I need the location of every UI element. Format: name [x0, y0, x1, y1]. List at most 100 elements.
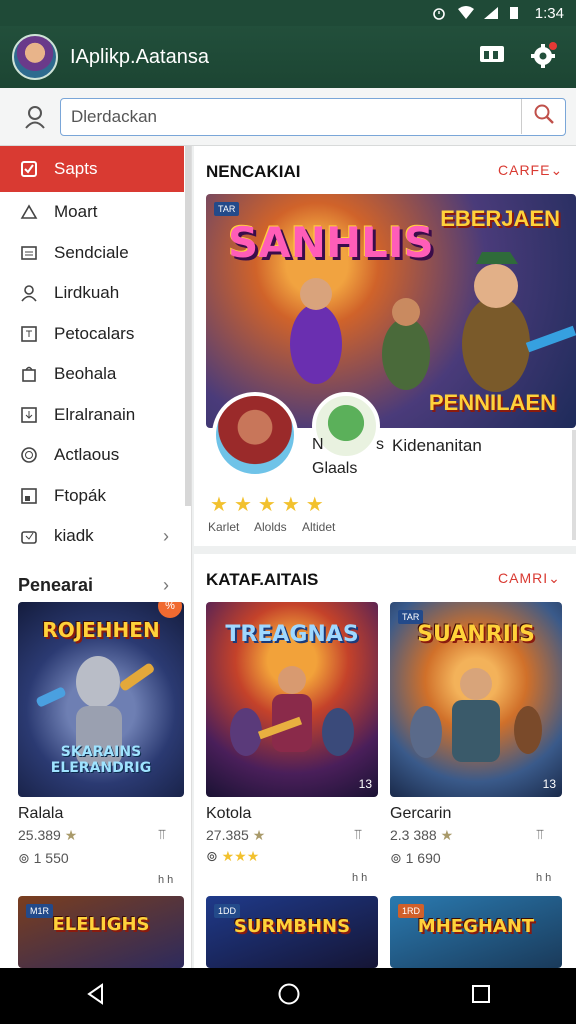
star-icon: ★: [440, 827, 454, 843]
filter-icon[interactable]: ⫪: [536, 826, 544, 843]
rating-label-2: Altidet: [302, 520, 336, 534]
rating-stars: ★★★★★: [210, 492, 330, 517]
sidebar-item-label: Lirdkuah: [54, 283, 120, 303]
status-bar: 1:34: [0, 0, 576, 26]
tablet-icon: [20, 325, 38, 343]
back-icon[interactable]: [85, 982, 107, 1010]
filter-icon[interactable]: ⫪: [158, 826, 166, 843]
app-bar: IAplikp.Aatansa: [0, 26, 576, 88]
thumbnail-title: SURMBHNS: [233, 916, 351, 937]
download-icon: ⊚: [206, 848, 218, 864]
sidebar-item-5[interactable]: Beohala: [0, 354, 191, 395]
featured-card: NENCAKIAI CARFE⌄ TAR SANHLIS EBERJAEN PE…: [194, 146, 576, 546]
person-icon: [20, 284, 38, 302]
search-icon: [533, 103, 555, 130]
system-nav-bar: [0, 968, 576, 1024]
settings-button[interactable]: [524, 37, 564, 77]
overlay-title: Kidenanitan: [392, 436, 482, 455]
user-icon[interactable]: [10, 105, 60, 129]
sidebar-item-9[interactable]: kiadk ›: [0, 516, 191, 557]
game-small-text: h h: [352, 872, 368, 884]
shopping-bag-icon: [20, 527, 38, 545]
sidebar-item-1[interactable]: Moart: [0, 192, 191, 233]
card-scrollbar[interactable]: [572, 430, 576, 540]
overlay-subtitle: Glaals: [312, 460, 358, 477]
chevron-right-icon: ›: [163, 525, 169, 546]
wifi-icon: [457, 6, 474, 20]
card-icon: [20, 244, 38, 262]
avatar[interactable]: [12, 34, 58, 80]
overlay-n: N: [312, 436, 324, 453]
sidebar-item-7[interactable]: Actlaous: [0, 435, 191, 476]
search-button[interactable]: [521, 98, 565, 134]
catalog-game-card[interactable]: TREAGNAS 13 Kotola 27.385 ★ ⫪ ⊚ ★★★ h h: [206, 602, 378, 892]
star-icon: ★: [257, 494, 282, 516]
corner-number: 13: [358, 777, 372, 791]
game-title: Gercarin: [390, 805, 452, 822]
filter-icon[interactable]: ⫪: [354, 826, 362, 843]
battery-icon: [509, 6, 525, 20]
game-installs-value: 1 690: [405, 850, 441, 866]
thumbnail-subtitle: SKARAINS ELERANDRIG: [50, 744, 152, 776]
sidebar-item-8[interactable]: Ftopák: [0, 476, 191, 517]
hero-figure: [410, 668, 542, 762]
game-thumbnail[interactable]: TAR SUANRIIS 13: [390, 602, 562, 797]
sidebar-item-label: Beohala: [54, 364, 117, 384]
sidebar-item-label: Actlaous: [54, 445, 120, 465]
sidebar-item-label: Sendciale: [54, 242, 129, 262]
download-box-icon: [20, 406, 38, 424]
screen-icon: [479, 44, 505, 71]
game-small-text: h h: [536, 872, 552, 884]
chevron-right-icon: ›: [163, 574, 169, 595]
recents-icon[interactable]: [471, 984, 491, 1009]
sidebar-item-3[interactable]: Lirdkuah: [0, 273, 191, 314]
featured-more-label: CARFE: [498, 162, 551, 178]
game-thumbnail[interactable]: TREAGNAS 13: [206, 602, 378, 797]
status-time: 1:34: [534, 4, 564, 22]
catalog-section-title: KATAF.AITAIS: [206, 570, 319, 589]
search-input[interactable]: Dlerdackan: [60, 97, 566, 136]
game-thumbnail[interactable]: 1RD MHEGHANT: [390, 896, 562, 968]
search-bar: Dlerdackan: [0, 88, 576, 146]
sidebar-item-4[interactable]: Petocalars: [0, 314, 191, 355]
sidebar-item-label: Elralranain: [54, 404, 136, 424]
sidebar-item-label: Moart: [54, 202, 98, 222]
bag-icon: [20, 365, 38, 383]
sidebar-item-label: Petocalars: [54, 323, 135, 343]
game-stars: ⊚ ★★★: [206, 848, 259, 865]
sidebar-item-6[interactable]: Elralranain: [0, 395, 191, 436]
sidebar: Sapts Moart Sendciale Lirdkuah Petocalar…: [0, 146, 192, 968]
banner-right-subtitle: PENNILAEN: [428, 390, 556, 415]
checkbox-icon: [20, 160, 38, 178]
sidebar-item-0[interactable]: Sapts: [0, 146, 184, 192]
download-icon: ⊚: [18, 850, 30, 866]
sidebar-game-thumbnail[interactable]: ROJEHHEN SKARAINS ELERANDRIG %: [18, 602, 184, 797]
sidebar-bottom-thumbnail[interactable]: M1R ELELIGHS: [18, 896, 184, 968]
rating-label-0: Karlet: [208, 520, 240, 534]
star-icon: ★★★: [221, 848, 260, 864]
gear-icon: [530, 41, 558, 74]
game-rating: 27.385 ★: [206, 827, 265, 844]
hero-avatar[interactable]: [212, 392, 298, 478]
triangle-icon: [20, 203, 38, 221]
sidebar-game-card[interactable]: ROJEHHEN SKARAINS ELERANDRIG % Ralala 25…: [18, 602, 184, 886]
game-rating: 25.389 ★: [18, 827, 77, 844]
sidebar-item-2[interactable]: Sendciale: [0, 233, 191, 274]
sidebar-section-header[interactable]: Penearai ›: [0, 575, 191, 596]
catalog-more-link[interactable]: CAMRI⌄: [498, 570, 561, 587]
home-icon[interactable]: [277, 982, 301, 1011]
game-installs: ⊚ 1 690: [390, 850, 441, 867]
chevron-down-icon: ⌄: [550, 162, 564, 178]
cast-button[interactable]: [472, 37, 512, 77]
overlay-s: s: [376, 436, 384, 453]
app-title: IAplikp.Aatansa: [70, 45, 209, 68]
game-title: Kotola: [206, 805, 252, 822]
featured-more-link[interactable]: CARFE⌄: [498, 162, 563, 179]
hero-figure: [230, 666, 354, 756]
sidebar-section-title: Penearai: [18, 574, 94, 595]
catalog-game-card[interactable]: TAR SUANRIIS 13 Gercarin 2.3 388 ★ ⫪ ⊚ 1…: [390, 602, 562, 892]
game-thumbnail[interactable]: 1DD SURMBHNS: [206, 896, 378, 968]
star-icon: ★: [252, 827, 266, 843]
search-placeholder: Dlerdackan: [71, 106, 157, 126]
game-rating: 2.3 388 ★: [390, 827, 453, 844]
